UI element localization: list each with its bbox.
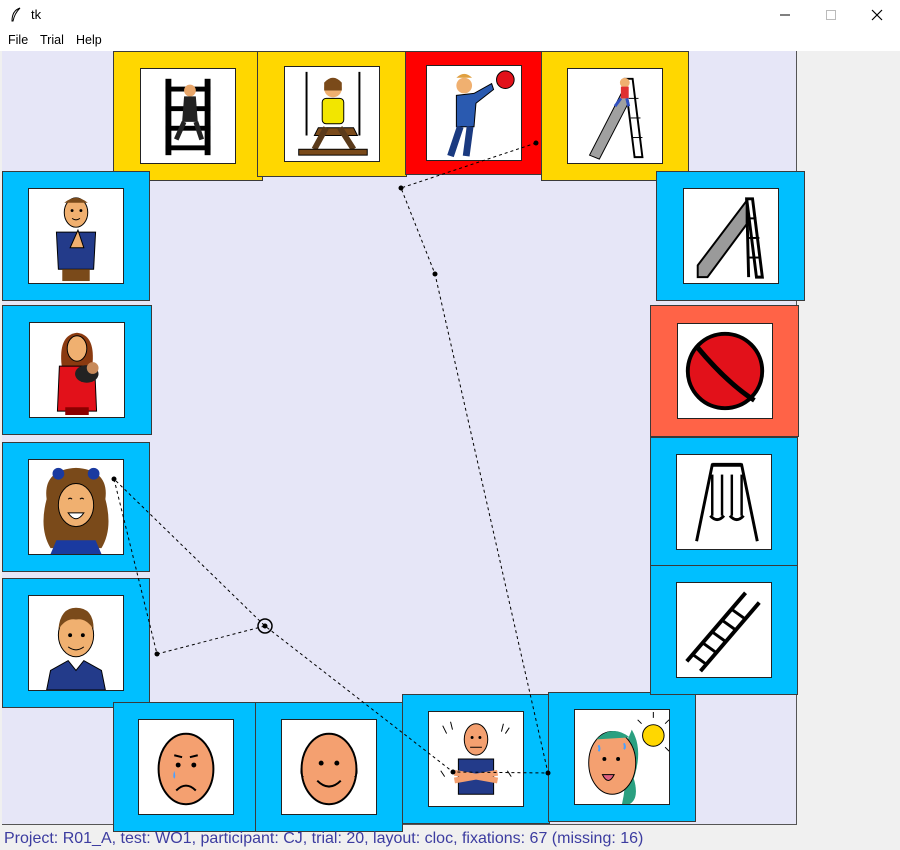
pictogram-tile-slide[interactable] bbox=[656, 171, 805, 301]
pictogram-tile-me-sign[interactable] bbox=[2, 171, 150, 301]
climbing-wall-icon bbox=[140, 68, 236, 164]
pictogram-tile-boy[interactable] bbox=[2, 578, 150, 708]
swing-child-icon bbox=[284, 66, 380, 162]
pictogram-tile-ladder[interactable] bbox=[650, 565, 798, 695]
slide-icon bbox=[683, 188, 779, 284]
sad-face-icon bbox=[138, 719, 234, 815]
menu-trial[interactable]: Trial bbox=[40, 33, 64, 47]
pictogram-tile-swing-set[interactable] bbox=[650, 437, 798, 567]
window-title: tk bbox=[31, 7, 42, 22]
title-bar: tk bbox=[0, 0, 900, 30]
pictogram-tile-mother-baby[interactable] bbox=[2, 305, 152, 435]
feather-icon bbox=[11, 7, 21, 22]
pictogram-tile-ball[interactable] bbox=[650, 305, 799, 437]
menu-bar: File Trial Help bbox=[0, 30, 900, 51]
pictogram-tile-slide-child[interactable] bbox=[541, 51, 689, 181]
maximize-icon bbox=[826, 10, 836, 20]
pictogram-tile-swing-child[interactable] bbox=[257, 51, 407, 177]
pictogram-tile-hot-sweating[interactable] bbox=[548, 692, 696, 822]
status-line: Project: R01_A, test: WO1, participant: … bbox=[4, 830, 644, 847]
happy-face-icon bbox=[281, 719, 377, 815]
mother-baby-icon bbox=[29, 322, 125, 418]
girl-curly-hair-icon bbox=[28, 459, 124, 555]
minimize-icon bbox=[780, 14, 790, 16]
slide-child-icon bbox=[567, 68, 663, 164]
menu-file[interactable]: File bbox=[8, 33, 28, 47]
close-button[interactable] bbox=[854, 0, 900, 30]
menu-help[interactable]: Help bbox=[76, 33, 102, 47]
boy-icon bbox=[28, 595, 124, 691]
maximize-button[interactable] bbox=[808, 0, 854, 30]
ball-icon bbox=[677, 323, 773, 419]
minimize-button[interactable] bbox=[762, 0, 808, 30]
pictogram-tile-cold-shivering[interactable] bbox=[402, 694, 550, 824]
pictogram-tile-happy-face[interactable] bbox=[255, 702, 403, 832]
cold-shivering-icon bbox=[428, 711, 524, 807]
me-sign-icon bbox=[28, 188, 124, 284]
close-icon bbox=[871, 9, 883, 21]
throwing-ball-icon bbox=[426, 65, 522, 161]
ladder-icon bbox=[676, 582, 772, 678]
hot-sweating-icon bbox=[574, 709, 670, 805]
pictogram-tile-girl-curly-hair[interactable] bbox=[2, 442, 150, 572]
pictogram-tile-throwing-ball[interactable] bbox=[405, 51, 543, 175]
pictogram-tile-sad-face[interactable] bbox=[113, 702, 259, 832]
swing-set-icon bbox=[676, 454, 772, 550]
pictogram-tile-climbing-wall[interactable] bbox=[113, 51, 263, 181]
